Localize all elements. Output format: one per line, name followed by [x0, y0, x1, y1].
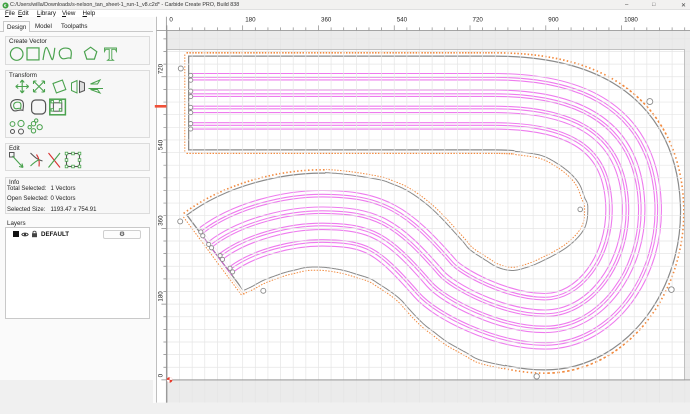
svg-text:360: 360 [321, 17, 332, 24]
svg-text:180: 180 [245, 17, 256, 24]
svg-text:540: 540 [397, 17, 408, 24]
svg-text:360: 360 [158, 215, 165, 226]
svg-text:900: 900 [548, 17, 559, 24]
svg-text:1080: 1080 [624, 17, 638, 24]
svg-text:720: 720 [473, 17, 484, 24]
svg-text:180: 180 [158, 291, 165, 302]
svg-text:0: 0 [158, 373, 165, 377]
svg-text:720: 720 [158, 63, 165, 74]
svg-text:0: 0 [169, 17, 173, 24]
svg-text:540: 540 [158, 139, 165, 150]
